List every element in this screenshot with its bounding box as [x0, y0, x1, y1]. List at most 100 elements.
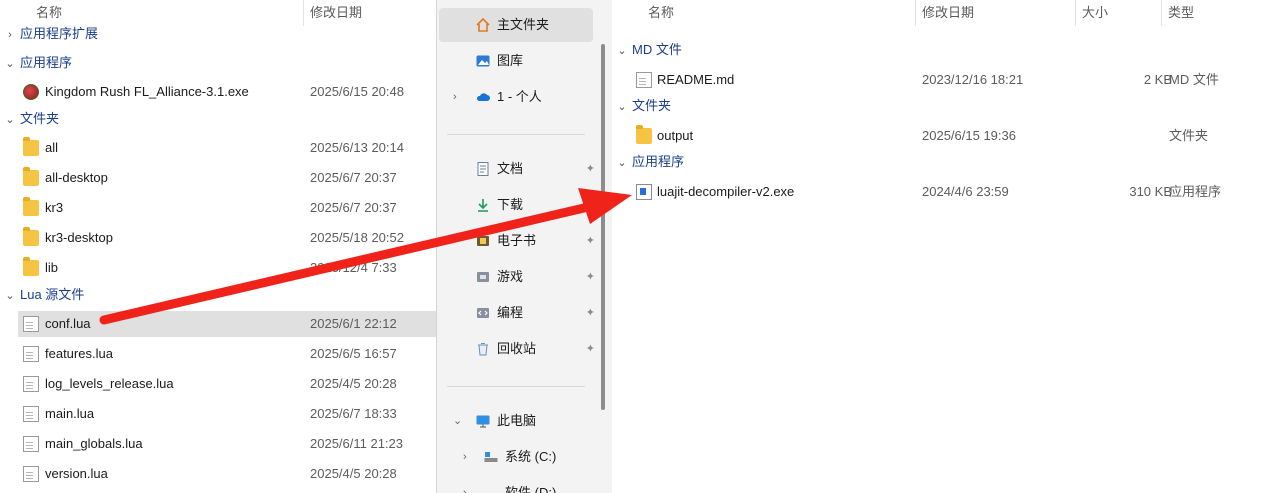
nav-label: 主文件夹: [497, 17, 550, 32]
file-size: 310 KB: [1129, 184, 1172, 199]
file-name: features.lua: [45, 346, 113, 361]
group-header-apps[interactable]: ⌄ 应用程序: [0, 51, 72, 75]
folder-icon: [23, 257, 39, 276]
chevron-right-icon[interactable]: ›: [463, 440, 467, 474]
nav-label: 文档: [497, 161, 524, 176]
chevron-right-icon[interactable]: ›: [453, 80, 457, 114]
nav-scrollbar[interactable]: [601, 44, 605, 410]
group-label: Lua 源文件: [20, 287, 85, 302]
folder-row[interactable]: kr3 2025/6/7 20:37: [18, 195, 438, 221]
file-date: 2025/6/11 21:23: [310, 436, 404, 451]
group-header-app-extensions[interactable]: › 应用程序扩展: [0, 22, 98, 46]
file-date: 2025/4/5 20:28: [310, 466, 397, 481]
nav-item-drive-d[interactable]: › 软件 (D:): [439, 476, 593, 493]
folder-date: 2025/5/18 20:52: [310, 230, 404, 245]
group-label: 应用程序: [632, 154, 685, 169]
nav-item-home[interactable]: 主文件夹: [439, 8, 593, 42]
group-header-apps[interactable]: ⌄ 应用程序: [612, 150, 684, 174]
chevron-down-icon[interactable]: ⌄: [453, 404, 462, 438]
chevron-down-icon: ⌄: [617, 101, 627, 113]
column-header-size[interactable]: 大小: [1082, 0, 1108, 26]
exe-icon: [636, 184, 652, 200]
folder-date: 2025/6/7 20:37: [310, 200, 397, 215]
nav-label: 编程: [497, 305, 524, 320]
folder-icon: [23, 227, 39, 246]
folder-row[interactable]: all 2025/6/13 20:14: [18, 135, 438, 161]
home-icon: [475, 17, 491, 33]
nav-label: 回收站: [497, 341, 537, 356]
folder-name: kr3: [45, 200, 64, 215]
column-divider[interactable]: [303, 0, 304, 26]
nav-label: 电子书: [497, 233, 537, 248]
nav-label: 下载: [497, 197, 524, 212]
pin-icon[interactable]: ✦: [586, 296, 595, 330]
chevron-down-icon: ⌄: [617, 157, 627, 169]
file-date: 2025/6/15 20:48: [310, 84, 404, 99]
pin-icon[interactable]: ✦: [586, 332, 595, 366]
nav-item-gallery[interactable]: 图库: [439, 44, 593, 78]
chevron-down-icon: ⌄: [5, 290, 15, 302]
nav-item-recycle-bin[interactable]: 回收站 ✦: [439, 332, 595, 366]
group-label: MD 文件: [632, 42, 682, 57]
file-row[interactable]: Kingdom Rush FL_Alliance-3.1.exe 2025/6/…: [18, 79, 438, 105]
file-row[interactable]: log_levels_release.lua 2025/4/5 20:28: [18, 371, 438, 397]
nav-item-this-pc[interactable]: ⌄ 此电脑: [439, 404, 593, 438]
file-row[interactable]: version.lua 2025/4/5 20:28: [18, 461, 438, 487]
file-name: luajit-decompiler-v2.exe: [657, 184, 795, 199]
file-row-selected[interactable]: conf.lua 2025/6/1 22:12: [18, 311, 438, 337]
document-icon: [23, 316, 39, 332]
folder-row[interactable]: all-desktop 2025/6/7 20:37: [18, 165, 438, 191]
column-divider[interactable]: [1075, 0, 1076, 26]
file-size: 2 KB: [1143, 72, 1172, 87]
file-name: log_levels_release.lua: [45, 376, 174, 391]
nav-item-drive-c[interactable]: › 系统 (C:): [439, 440, 593, 474]
file-row[interactable]: luajit-decompiler-v2.exe 2024/4/6 23:59 …: [630, 179, 1270, 205]
pin-icon[interactable]: ✦: [586, 152, 595, 186]
file-row[interactable]: main.lua 2025/6/7 18:33: [18, 401, 438, 427]
pin-icon[interactable]: ✦: [586, 188, 595, 222]
column-header-name[interactable]: 名称: [648, 0, 674, 26]
column-divider[interactable]: [1161, 0, 1162, 26]
chevron-down-icon: ⌄: [5, 114, 15, 126]
nav-label: 软件 (D:): [505, 485, 557, 493]
nav-item-documents[interactable]: 文档 ✦: [439, 152, 595, 186]
column-header-type[interactable]: 类型: [1168, 0, 1194, 26]
file-row[interactable]: features.lua 2025/6/5 16:57: [18, 341, 438, 367]
group-header-folders[interactable]: ⌄ 文件夹: [0, 107, 59, 131]
file-name: README.md: [657, 72, 735, 87]
chevron-right-icon[interactable]: ›: [463, 476, 467, 493]
folder-row[interactable]: output 2025/6/15 19:36 文件夹: [630, 123, 1270, 149]
group-header-lua-files[interactable]: ⌄ Lua 源文件: [0, 283, 84, 307]
pin-icon[interactable]: ✦: [586, 260, 595, 294]
chevron-right-icon: ›: [8, 29, 12, 41]
column-divider[interactable]: [915, 0, 916, 26]
file-date: 2025/6/1 22:12: [310, 316, 397, 331]
column-header-modified[interactable]: 修改日期: [922, 0, 974, 26]
folder-name: output: [657, 128, 694, 143]
nav-item-programming[interactable]: 编程 ✦: [439, 296, 595, 330]
group-header-md-files[interactable]: ⌄ MD 文件: [612, 38, 682, 62]
nav-item-downloads[interactable]: 下载 ✦: [439, 188, 595, 222]
folder-type: 文件夹: [1169, 128, 1209, 143]
file-row[interactable]: main_globals.lua 2025/6/11 21:23: [18, 431, 438, 457]
file-row[interactable]: README.md 2023/12/16 18:21 2 KB MD 文件: [630, 67, 1270, 93]
folder-name: all-desktop: [45, 170, 108, 185]
document-icon: [23, 376, 39, 392]
folder-date: 2025/6/15 19:36: [922, 128, 1016, 143]
folder-row[interactable]: kr3-desktop 2025/5/18 20:52: [18, 225, 438, 251]
folder-row[interactable]: lib 2025/12/4 7:33: [18, 255, 438, 281]
left-file-list-pane: 名称 修改日期 › 应用程序扩展 ⌄ 应用程序 Kingdom Rush FL_Al…: [0, 0, 438, 493]
pin-icon[interactable]: ✦: [586, 224, 595, 258]
group-label: 应用程序: [20, 55, 73, 70]
recycle-bin-icon: [475, 341, 491, 357]
game-folder-icon: [475, 269, 491, 285]
nav-item-onedrive[interactable]: › 1 - 个人: [439, 80, 593, 114]
column-header-modified[interactable]: 修改日期: [310, 0, 362, 26]
nav-item-ebooks[interactable]: 电子书 ✦: [439, 224, 595, 258]
file-type: MD 文件: [1169, 72, 1219, 87]
ebook-folder-icon: [475, 233, 491, 249]
nav-item-games[interactable]: 游戏 ✦: [439, 260, 595, 294]
document-icon: [636, 72, 652, 88]
download-icon: [475, 197, 491, 213]
group-header-folders[interactable]: ⌄ 文件夹: [612, 94, 671, 118]
